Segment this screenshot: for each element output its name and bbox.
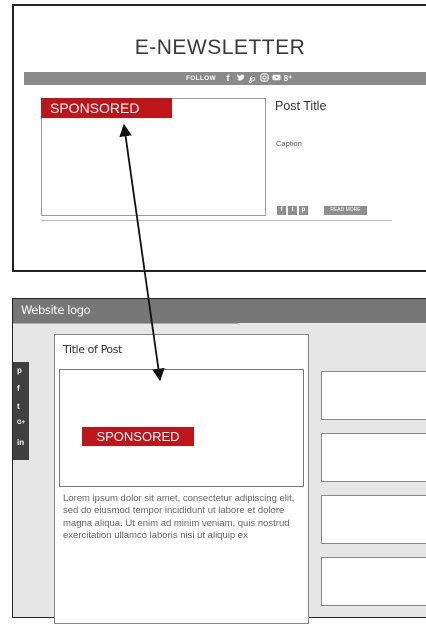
connector-arrow-layer xyxy=(119,123,165,382)
double-headed-arrow xyxy=(119,123,165,382)
